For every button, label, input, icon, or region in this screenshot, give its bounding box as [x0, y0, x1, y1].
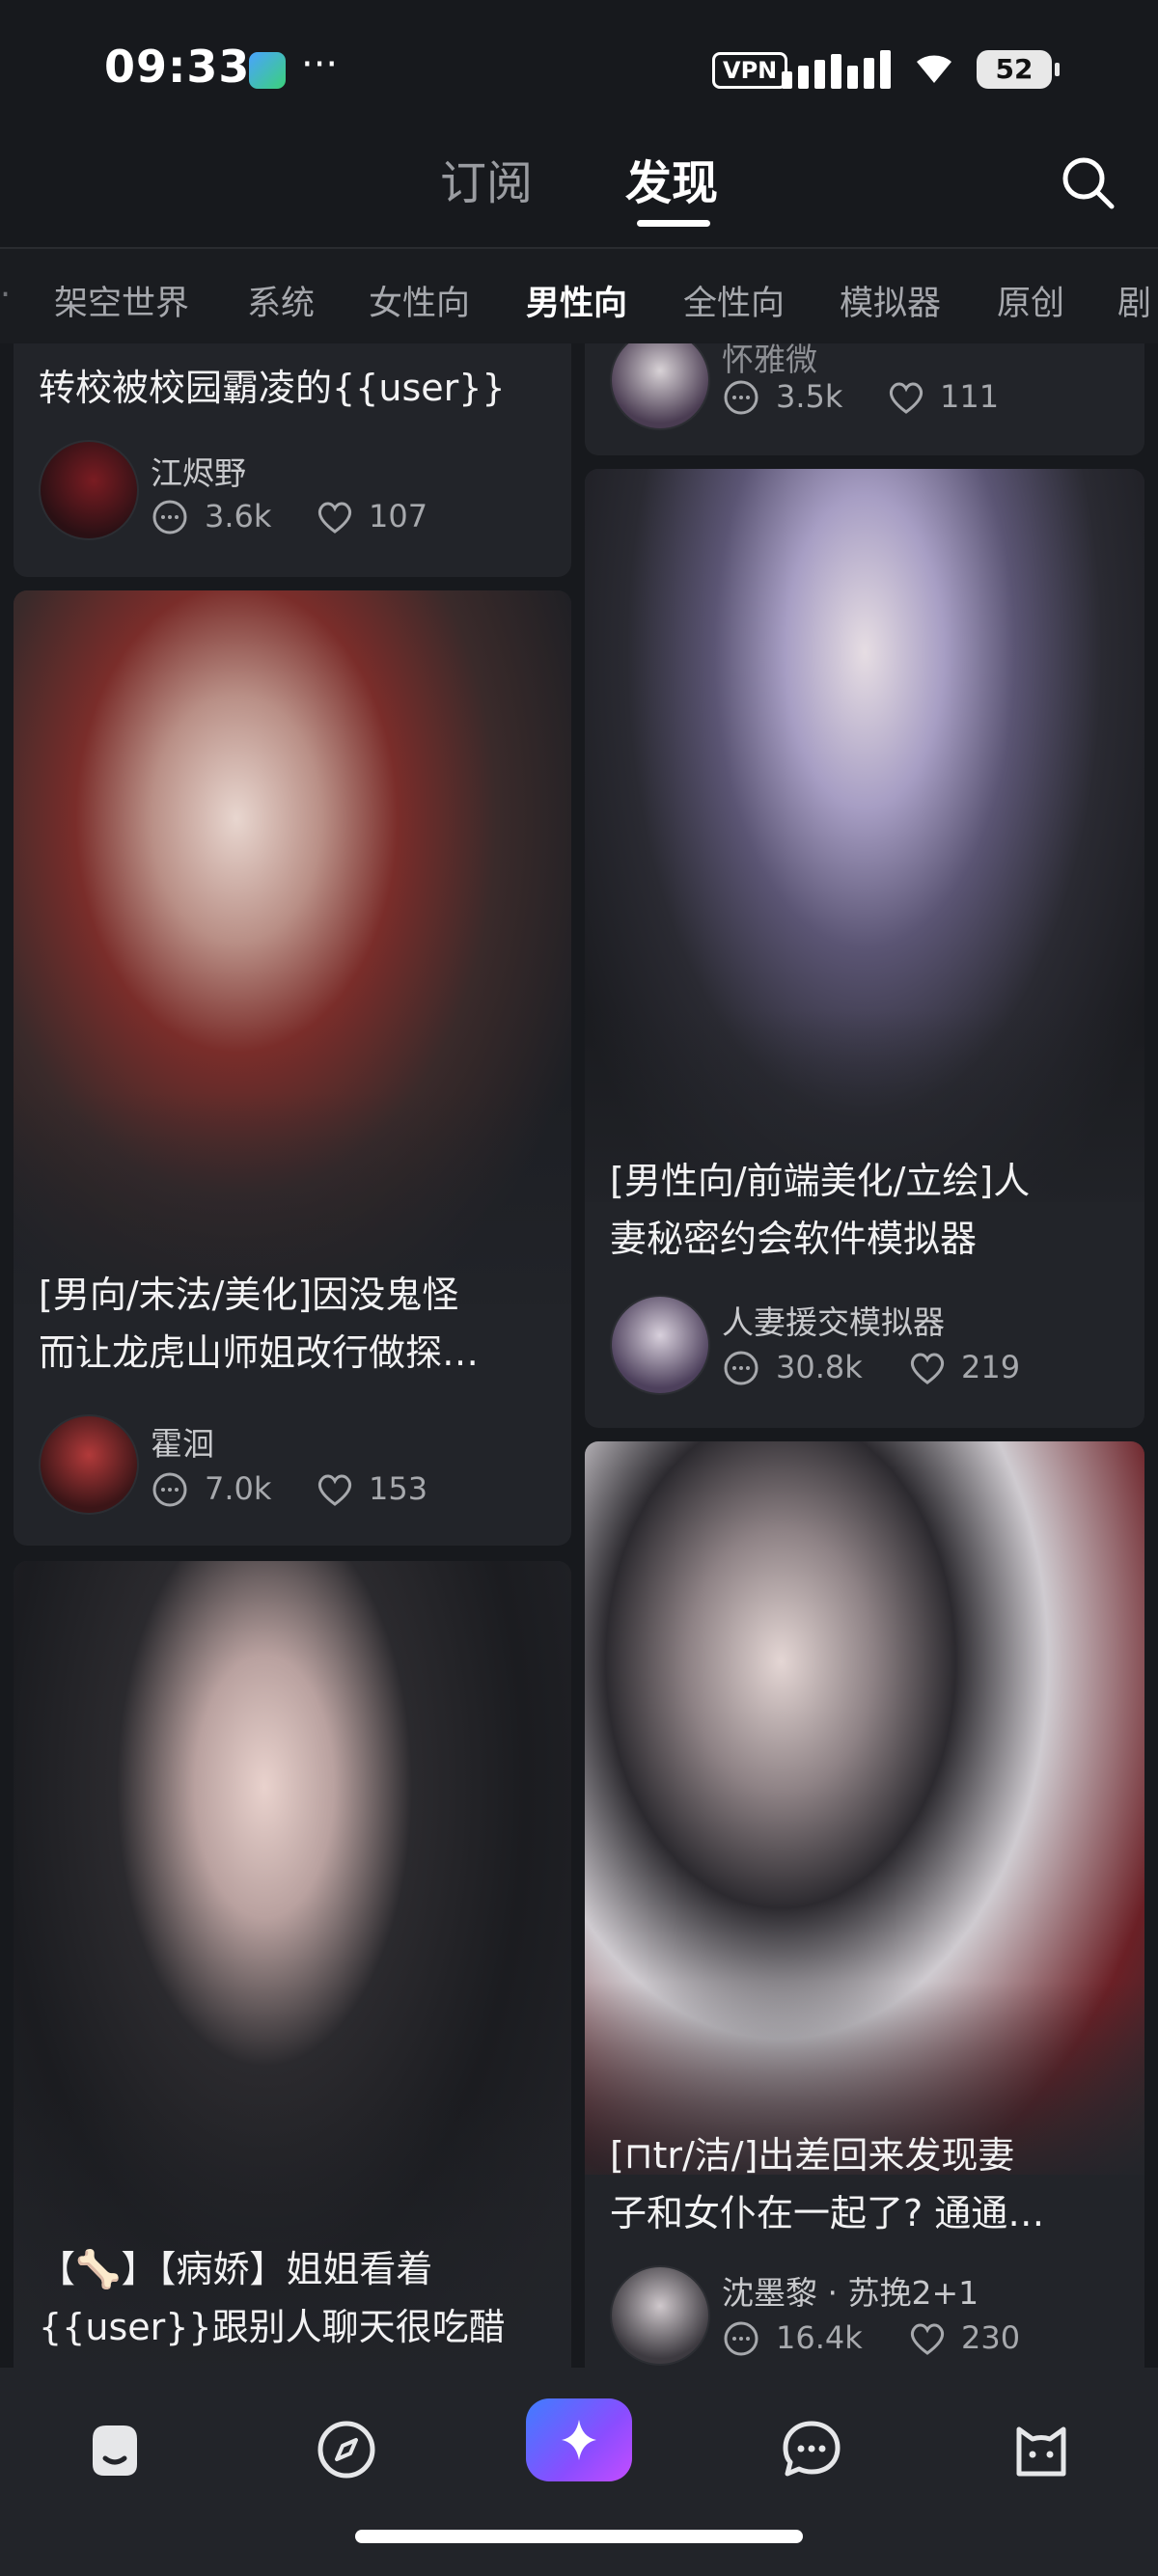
- cat-icon[interactable]: [1007, 2416, 1075, 2483]
- comment-icon: [152, 1472, 187, 1507]
- card-title: 【🦴】【病娇】姐姐看着: [39, 2248, 433, 2290]
- card-title: 转校被校园霸凌的{{user}}: [39, 367, 506, 409]
- active-tab-indicator: [637, 220, 710, 227]
- comment-count: 3.6k: [205, 498, 272, 534]
- card-title-line-2: 妻秘密约会软件模拟器: [610, 1218, 978, 1260]
- card-title: [男性向/前端美化/立绘]人: [610, 1160, 1031, 1202]
- more-notifications-icon: ···: [301, 42, 339, 87]
- vpn-badge: VPN: [712, 52, 788, 89]
- avatar[interactable]: [39, 1414, 139, 1515]
- wifi-icon: [917, 55, 951, 83]
- like-count: 230: [961, 2319, 1021, 2356]
- character-card[interactable]: [男性向/前端美化/立绘]人 妻秘密约会软件模拟器 人妻援交模拟器 30.8k …: [585, 469, 1144, 1428]
- author-name[interactable]: 沈墨黎 · 苏挽2+1: [722, 2267, 979, 2314]
- comment-count: 7.0k: [205, 1470, 272, 1507]
- card-title: [⊓tr/洁/]出差回来发现妻: [610, 2134, 1015, 2177]
- like-count: 219: [961, 1349, 1021, 1385]
- comment-icon: [724, 380, 758, 415]
- author-name[interactable]: 江烬野: [151, 448, 246, 494]
- chat-icon[interactable]: [778, 2416, 845, 2483]
- comment-icon: [724, 1351, 758, 1385]
- category-item[interactable]: 女性向: [369, 276, 470, 325]
- comment-count: 3.5k: [776, 378, 843, 415]
- category-item-active[interactable]: 男性向: [526, 276, 627, 325]
- character-card[interactable]: [⊓tr/洁/]出差回来发现妻 子和女仆在一起了? 通通… 沈墨黎 · 苏挽2+…: [585, 1441, 1144, 2368]
- signal-icon: [782, 46, 894, 89]
- tab-subscribe[interactable]: 订阅: [440, 145, 533, 212]
- category-item[interactable]: 架空世界: [54, 276, 189, 325]
- avatar[interactable]: [610, 343, 710, 430]
- character-card[interactable]: [男向/末法/美化]因没鬼怪 而让龙虎山师姐改行做探… 霍洄 7.0k 153: [14, 590, 571, 1546]
- like-count: 111: [940, 378, 1000, 415]
- author-name[interactable]: 霍洄: [151, 1418, 214, 1465]
- card-title-line-2: {{user}}跟别人聊天很吃醋: [39, 2306, 506, 2348]
- like-count: 153: [369, 1470, 428, 1507]
- character-card[interactable]: 【🦴】【病娇】姐姐看着 {{user}}跟别人聊天很吃醋: [14, 1561, 571, 2368]
- comment-icon: [724, 2321, 758, 2356]
- author-name[interactable]: 怀雅微: [722, 343, 817, 380]
- comment-icon: [152, 500, 187, 534]
- bottom-navigation: [0, 2368, 1158, 2576]
- author-name[interactable]: 人妻援交模拟器: [722, 1297, 945, 1343]
- home-icon[interactable]: [81, 2416, 149, 2483]
- category-item[interactable]: 系统: [247, 276, 315, 325]
- status-time: 09:33: [104, 41, 251, 93]
- create-button[interactable]: [526, 2398, 632, 2481]
- heart-icon[interactable]: [907, 1349, 948, 1387]
- search-icon[interactable]: [1060, 154, 1117, 212]
- avatar[interactable]: [39, 440, 139, 540]
- category-item[interactable]: 原创: [997, 276, 1064, 325]
- card-title: [男向/末法/美化]因没鬼怪: [39, 1274, 459, 1316]
- compass-icon[interactable]: [313, 2416, 380, 2483]
- comment-count: 16.4k: [776, 2319, 863, 2356]
- category-item[interactable]: 全性向: [683, 276, 785, 325]
- heart-icon[interactable]: [907, 2319, 948, 2358]
- card-title-line-2: 而让龙虎山师姐改行做探…: [39, 1331, 480, 1374]
- sparkle-icon: [562, 2420, 596, 2460]
- category-item[interactable]: 模拟器: [840, 276, 941, 325]
- home-indicator: [355, 2530, 803, 2543]
- heart-icon[interactable]: [315, 1470, 355, 1509]
- like-count: 107: [369, 498, 428, 534]
- character-card[interactable]: 怀雅微 3.5k 111: [585, 343, 1144, 455]
- avatar[interactable]: [610, 1295, 710, 1395]
- heart-icon[interactable]: [315, 498, 355, 536]
- category-overflow-left: ·: [0, 276, 12, 315]
- avatar[interactable]: [610, 2265, 710, 2366]
- category-item[interactable]: 剧: [1117, 276, 1151, 325]
- character-card[interactable]: 转校被校园霸凌的{{user}} 江烬野 3.6k 107: [14, 343, 571, 577]
- heart-icon[interactable]: [886, 378, 926, 417]
- category-bar[interactable]: · 架空世界 系统 女性向 男性向 全性向 模拟器 原创 剧: [0, 249, 1158, 343]
- comment-count: 30.8k: [776, 1349, 863, 1385]
- app-notification-icon: [249, 52, 286, 89]
- tab-discover[interactable]: 发现: [625, 145, 718, 212]
- battery-icon: 52: [977, 50, 1060, 89]
- card-title-line-2: 子和女仆在一起了? 通通…: [610, 2192, 1045, 2234]
